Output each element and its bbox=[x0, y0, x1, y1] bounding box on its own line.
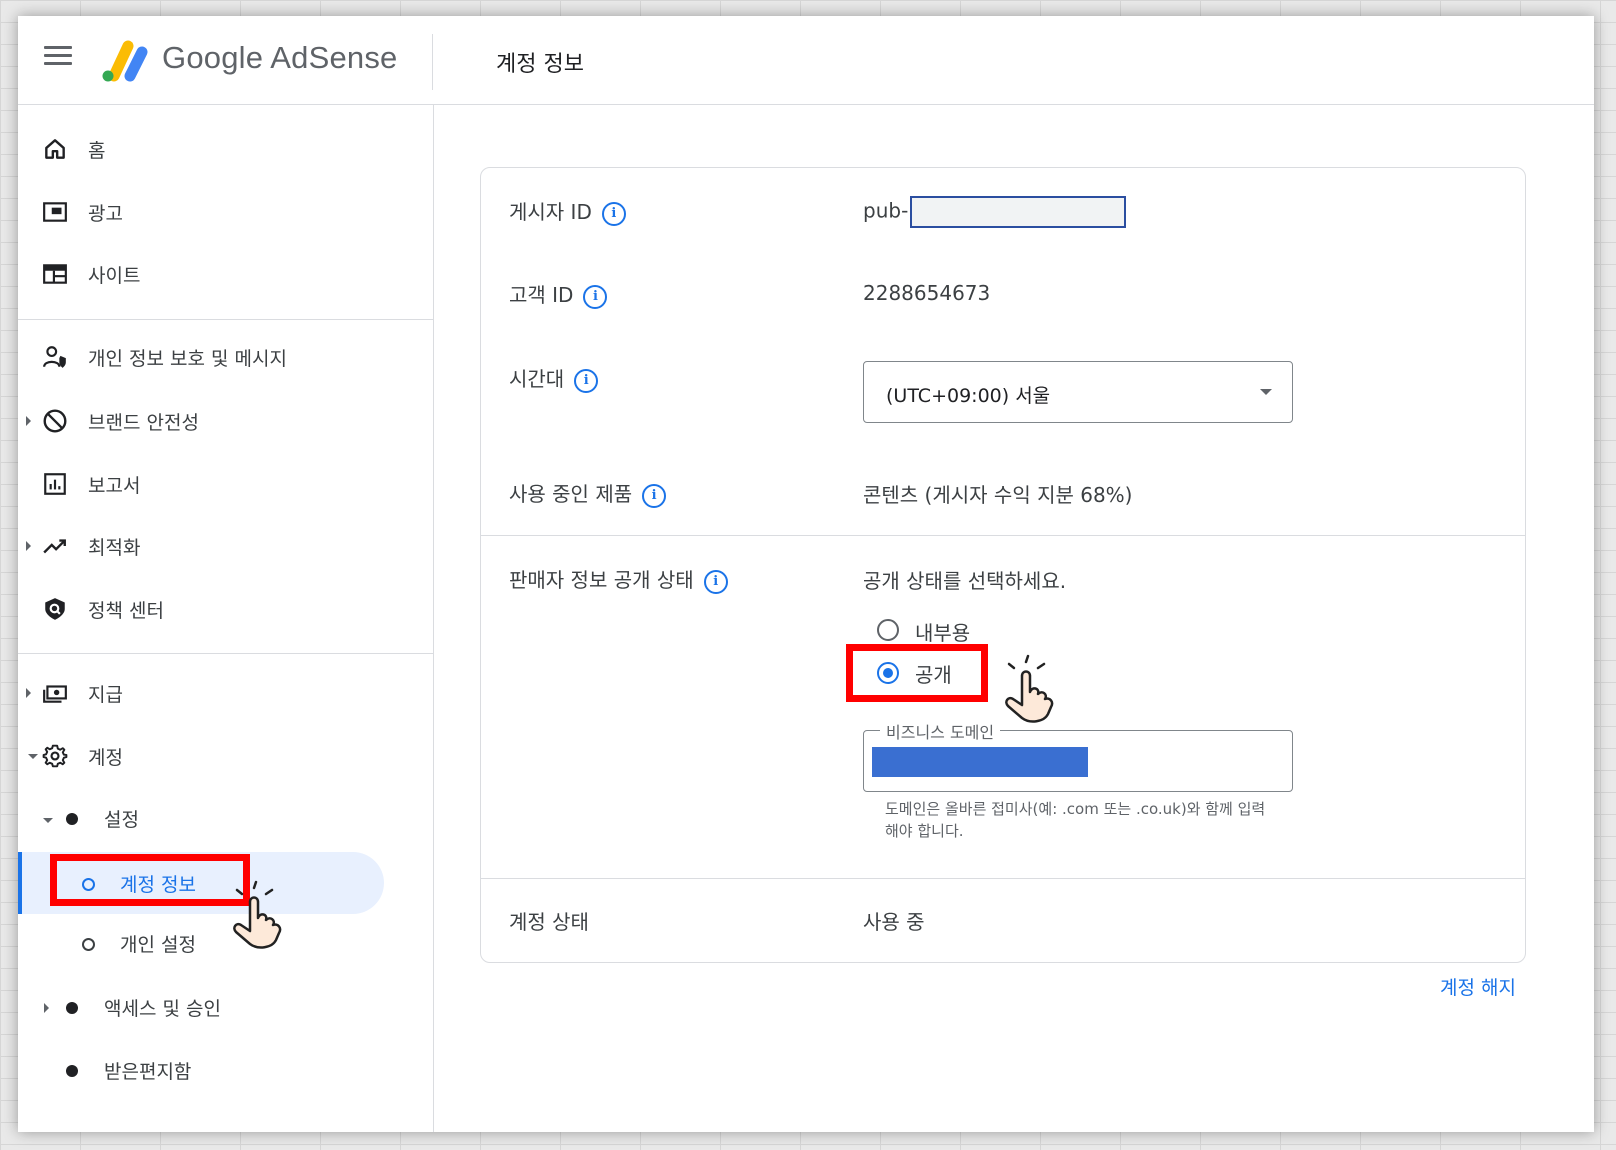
logo-text: Google AdSense bbox=[162, 40, 398, 75]
info-icon[interactable]: i bbox=[642, 483, 667, 508]
expand-arrow-icon[interactable] bbox=[26, 688, 31, 698]
seller-info-prompt: 공개 상태를 선택하세요. bbox=[863, 569, 1067, 593]
sidebar-item-optimization[interactable]: 최적화 bbox=[18, 519, 433, 573]
dropdown-arrow-icon bbox=[1260, 389, 1272, 395]
sidebar-item-label: 사이트 bbox=[88, 265, 141, 287]
sidebar-item-sites[interactable]: 사이트 bbox=[18, 247, 433, 301]
customer-id-label: 고객 ID bbox=[509, 283, 574, 307]
business-domain-field[interactable]: 비즈니스 도메인 bbox=[863, 719, 1293, 792]
sidebar-item-label: 정책 센터 bbox=[88, 600, 164, 622]
collapse-arrow-icon[interactable] bbox=[28, 754, 38, 759]
timezone-label: 시간대 bbox=[509, 367, 565, 391]
sidebar-item-brand-safety[interactable]: 브랜드 안전성 bbox=[18, 394, 433, 448]
hamburger-menu-icon[interactable] bbox=[44, 46, 72, 70]
top-app-bar: Google AdSense 계정 정보 bbox=[18, 16, 1594, 105]
publisher-id-prefix: pub- bbox=[863, 198, 909, 223]
publisher-id-row-label: 게시자 ID i bbox=[509, 196, 626, 226]
card-divider bbox=[481, 535, 1525, 536]
reports-icon bbox=[44, 473, 66, 495]
sidebar-subitem-inbox[interactable]: 받은편지함 bbox=[18, 1043, 433, 1097]
ads-icon bbox=[43, 202, 67, 222]
info-icon[interactable]: i bbox=[601, 201, 626, 226]
products-row-label: 사용 중인 제품 i bbox=[509, 478, 667, 508]
customer-id-value: 2288654673 bbox=[863, 281, 991, 305]
timezone-select[interactable]: (UTC+09:00) 서울 bbox=[863, 361, 1293, 423]
header-divider bbox=[432, 34, 433, 90]
sidebar-item-label: 개인 정보 보호 및 메시지 bbox=[88, 348, 287, 370]
publisher-id-label: 게시자 ID bbox=[509, 200, 592, 224]
collapse-arrow-icon[interactable] bbox=[43, 818, 53, 823]
expand-arrow-icon[interactable] bbox=[44, 1003, 49, 1013]
info-icon[interactable]: i bbox=[583, 284, 608, 309]
info-icon[interactable]: i bbox=[574, 368, 599, 393]
redacted-domain-value bbox=[872, 747, 1088, 777]
bullet-dot-icon bbox=[66, 1065, 78, 1077]
radio-internal-label[interactable]: 내부용 bbox=[915, 617, 970, 646]
bullet-dot-icon bbox=[66, 1002, 78, 1014]
info-icon[interactable]: i bbox=[703, 569, 728, 594]
privacy-icon bbox=[43, 346, 66, 368]
expand-arrow-icon[interactable] bbox=[26, 541, 31, 551]
card-divider bbox=[481, 878, 1525, 879]
sidebar-subitem-label: 계정 정보 bbox=[120, 874, 196, 896]
sidebar-subitem-personal-settings[interactable]: 개인 설정 bbox=[18, 916, 433, 970]
sidebar-item-payments[interactable]: 지급 bbox=[18, 666, 433, 720]
sidebar-item-label: 계정 bbox=[88, 747, 123, 769]
customer-id-row-label: 고객 ID i bbox=[509, 279, 608, 309]
sidebar-item-policy-center[interactable]: 정책 센터 bbox=[18, 582, 433, 636]
sidebar-item-reports[interactable]: 보고서 bbox=[18, 457, 433, 511]
sidebar-subitem-label: 개인 설정 bbox=[120, 934, 196, 956]
gear-icon bbox=[42, 744, 68, 768]
bullet-dot-icon bbox=[66, 813, 78, 825]
sidebar: 홈 광고 사이트 개인 정보 보호 및 메시지 브랜드 안전성 보고서 최적화 bbox=[18, 105, 434, 1132]
sidebar-subitem-account-info[interactable]: 계정 정보 bbox=[18, 852, 384, 914]
sidebar-item-label: 광고 bbox=[88, 203, 123, 225]
app-window: Google AdSense 계정 정보 홈 광고 사이트 개인 정보 보호 및… bbox=[18, 16, 1594, 1132]
adsense-logo-icon bbox=[102, 40, 148, 82]
terminate-account-link[interactable]: 계정 해지 bbox=[1440, 973, 1516, 1000]
sidebar-item-label: 최적화 bbox=[88, 537, 141, 559]
bullet-ring-icon bbox=[82, 938, 95, 951]
redacted-publisher-id bbox=[910, 196, 1127, 228]
bullet-ring-icon bbox=[82, 878, 95, 891]
trend-icon bbox=[43, 539, 66, 554]
payments-icon bbox=[43, 685, 67, 703]
sidebar-divider bbox=[18, 319, 433, 320]
account-info-card: 게시자 ID i pub- 고객 ID i 2288654673 시간대 i (UTC… bbox=[480, 167, 1526, 963]
products-value: 콘텐츠 (게시자 수익 지분 68%) bbox=[863, 483, 1133, 507]
sidebar-item-label: 지급 bbox=[88, 684, 123, 706]
sidebar-item-ads[interactable]: 광고 bbox=[18, 185, 433, 239]
sidebar-item-privacy-messaging[interactable]: 개인 정보 보호 및 메시지 bbox=[18, 330, 433, 384]
radio-internal[interactable] bbox=[877, 619, 899, 641]
account-status-label: 계정 상태 bbox=[509, 910, 589, 934]
sites-icon bbox=[43, 264, 67, 284]
timezone-row-label: 시간대 i bbox=[509, 363, 599, 393]
sidebar-subitem-access-authorization[interactable]: 액세스 및 승인 bbox=[18, 980, 433, 1034]
products-label: 사용 중인 제품 bbox=[509, 482, 633, 506]
sidebar-item-account[interactable]: 계정 bbox=[18, 729, 433, 783]
sidebar-item-label: 브랜드 안전성 bbox=[88, 412, 199, 434]
home-icon bbox=[45, 139, 65, 159]
sidebar-subitem-settings[interactable]: 설정 bbox=[18, 791, 433, 845]
sidebar-item-label: 보고서 bbox=[88, 475, 141, 497]
sidebar-item-home[interactable]: 홈 bbox=[18, 122, 433, 176]
business-domain-legend: 비즈니스 도메인 bbox=[880, 719, 1001, 743]
account-status-value: 사용 중 bbox=[863, 910, 925, 934]
sidebar-subitem-label: 액세스 및 승인 bbox=[104, 998, 221, 1020]
sidebar-divider bbox=[18, 653, 433, 654]
publisher-id-value: pub- bbox=[863, 196, 1127, 228]
sidebar-item-label: 홈 bbox=[88, 140, 106, 162]
seller-info-label: 판매자 정보 공개 상태 bbox=[509, 568, 694, 592]
sidebar-subitem-label: 받은편지함 bbox=[104, 1061, 192, 1083]
timezone-selected-value: (UTC+09:00) 서울 bbox=[886, 385, 1051, 407]
block-icon bbox=[43, 409, 67, 433]
expand-arrow-icon[interactable] bbox=[26, 416, 31, 426]
radio-public-label[interactable]: 공개 bbox=[915, 659, 952, 688]
policy-shield-icon bbox=[45, 598, 65, 620]
sidebar-subitem-label: 설정 bbox=[104, 809, 139, 831]
page-title: 계정 정보 bbox=[496, 52, 584, 77]
domain-helper-text: 도메인은 올바른 접미사(예: .com 또는 .co.uk)와 함께 입력해야… bbox=[885, 800, 1266, 840]
seller-info-row-label: 판매자 정보 공개 상태 i bbox=[509, 564, 728, 594]
radio-public[interactable] bbox=[877, 662, 899, 684]
